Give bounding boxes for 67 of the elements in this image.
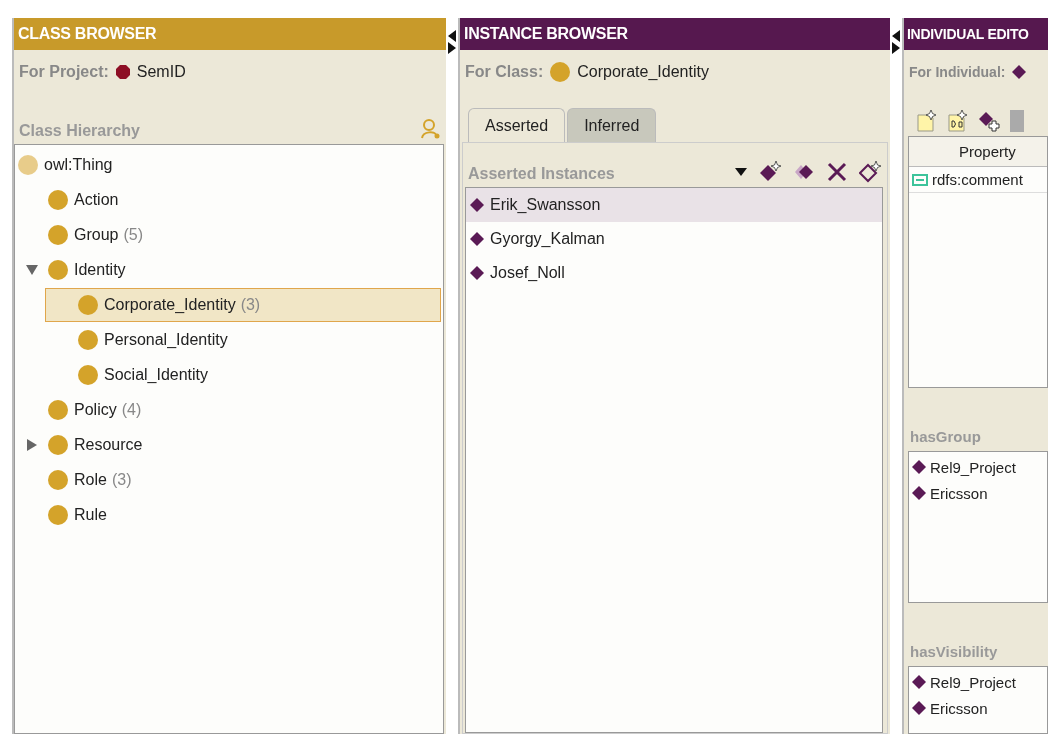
tree-item[interactable]: owl:Thing	[15, 148, 441, 182]
class-icon	[78, 330, 98, 350]
class-icon	[48, 435, 68, 455]
field-label: For Class:	[465, 63, 544, 81]
section-label: Asserted Instances	[468, 165, 615, 183]
panel-header: INDIVIDUAL EDITO	[904, 18, 1048, 50]
tab[interactable]: Asserted	[468, 108, 566, 142]
section-label: Class Hierarchy	[19, 122, 140, 140]
expanded-triangle-icon[interactable]	[26, 264, 38, 276]
splitter-arrows-icon[interactable]	[892, 30, 900, 54]
tree-item[interactable]: Group (5)	[15, 218, 441, 252]
diamond-icon	[470, 232, 484, 246]
class-icon	[78, 365, 98, 385]
table-cell: rdfs:comment	[932, 171, 1023, 188]
property-icon	[912, 173, 928, 186]
add-diamond-icon[interactable]	[759, 161, 781, 183]
document-note-icon[interactable]	[947, 110, 968, 132]
tree-item[interactable]: Action	[15, 183, 441, 217]
diamond-icon	[912, 486, 926, 500]
double-diamond-icon[interactable]	[793, 163, 815, 181]
diamond-icon	[470, 266, 484, 280]
class-icon	[48, 400, 68, 420]
class-icon	[48, 505, 68, 525]
class-icon	[48, 225, 68, 245]
splitter-arrows-icon[interactable]	[448, 30, 456, 54]
root-class-icon	[18, 155, 38, 175]
section-label: hasVisibility	[909, 642, 999, 662]
tree-item[interactable]: Corporate_Identity (3)	[45, 288, 441, 322]
class-name: Corporate_Identity	[577, 63, 709, 81]
list-item[interactable]: Ericsson	[909, 695, 1047, 721]
caret-icon[interactable]	[735, 168, 747, 176]
class-icon	[48, 470, 68, 490]
diamond-icon	[470, 198, 484, 212]
class-icon	[48, 190, 68, 210]
project-name: SemID	[136, 63, 186, 81]
tree-item[interactable]: Identity	[15, 253, 441, 287]
class-icon	[550, 62, 571, 82]
project-icon	[115, 65, 130, 79]
tree-item[interactable]: Resource	[15, 428, 441, 462]
diamond-icon	[912, 701, 926, 715]
delete-cross-icon[interactable]	[827, 162, 847, 182]
class-icon	[48, 260, 68, 280]
list-item[interactable]: Rel9_Project	[909, 454, 1047, 480]
instance-item[interactable]: Josef_Noll	[466, 256, 882, 290]
new-note-icon[interactable]	[916, 110, 937, 132]
diamond-icon	[1012, 65, 1027, 79]
collapsed-triangle-icon[interactable]	[26, 439, 38, 451]
list-item[interactable]: Rel9_Project	[909, 669, 1047, 695]
class-icon	[78, 295, 98, 315]
tree-item[interactable]: Personal_Identity	[45, 323, 441, 357]
diamond-icon	[912, 675, 926, 689]
instance-item[interactable]: Gyorgy_Kalman	[466, 222, 882, 256]
tree-item[interactable]: Policy (4)	[15, 393, 441, 427]
tree-item[interactable]: Role (3)	[15, 463, 441, 497]
tree-item[interactable]: Social_Identity	[45, 358, 441, 392]
tree-item[interactable]: Rule	[15, 498, 441, 532]
list-item[interactable]: Ericsson	[909, 480, 1047, 506]
panel-header: CLASS BROWSER	[14, 18, 446, 50]
panel-header: INSTANCE BROWSER	[460, 18, 890, 50]
field-label: For Project:	[19, 63, 109, 81]
tab[interactable]: Inferred	[567, 108, 657, 142]
add-diamond-icon[interactable]	[978, 110, 1000, 132]
diamond-icon	[912, 460, 926, 474]
section-label: hasGroup	[909, 427, 982, 447]
instance-item[interactable]: Erik_Swansson	[466, 188, 882, 222]
outline-diamond-icon[interactable]	[859, 161, 881, 183]
field-label: For Individual:	[909, 64, 1006, 80]
